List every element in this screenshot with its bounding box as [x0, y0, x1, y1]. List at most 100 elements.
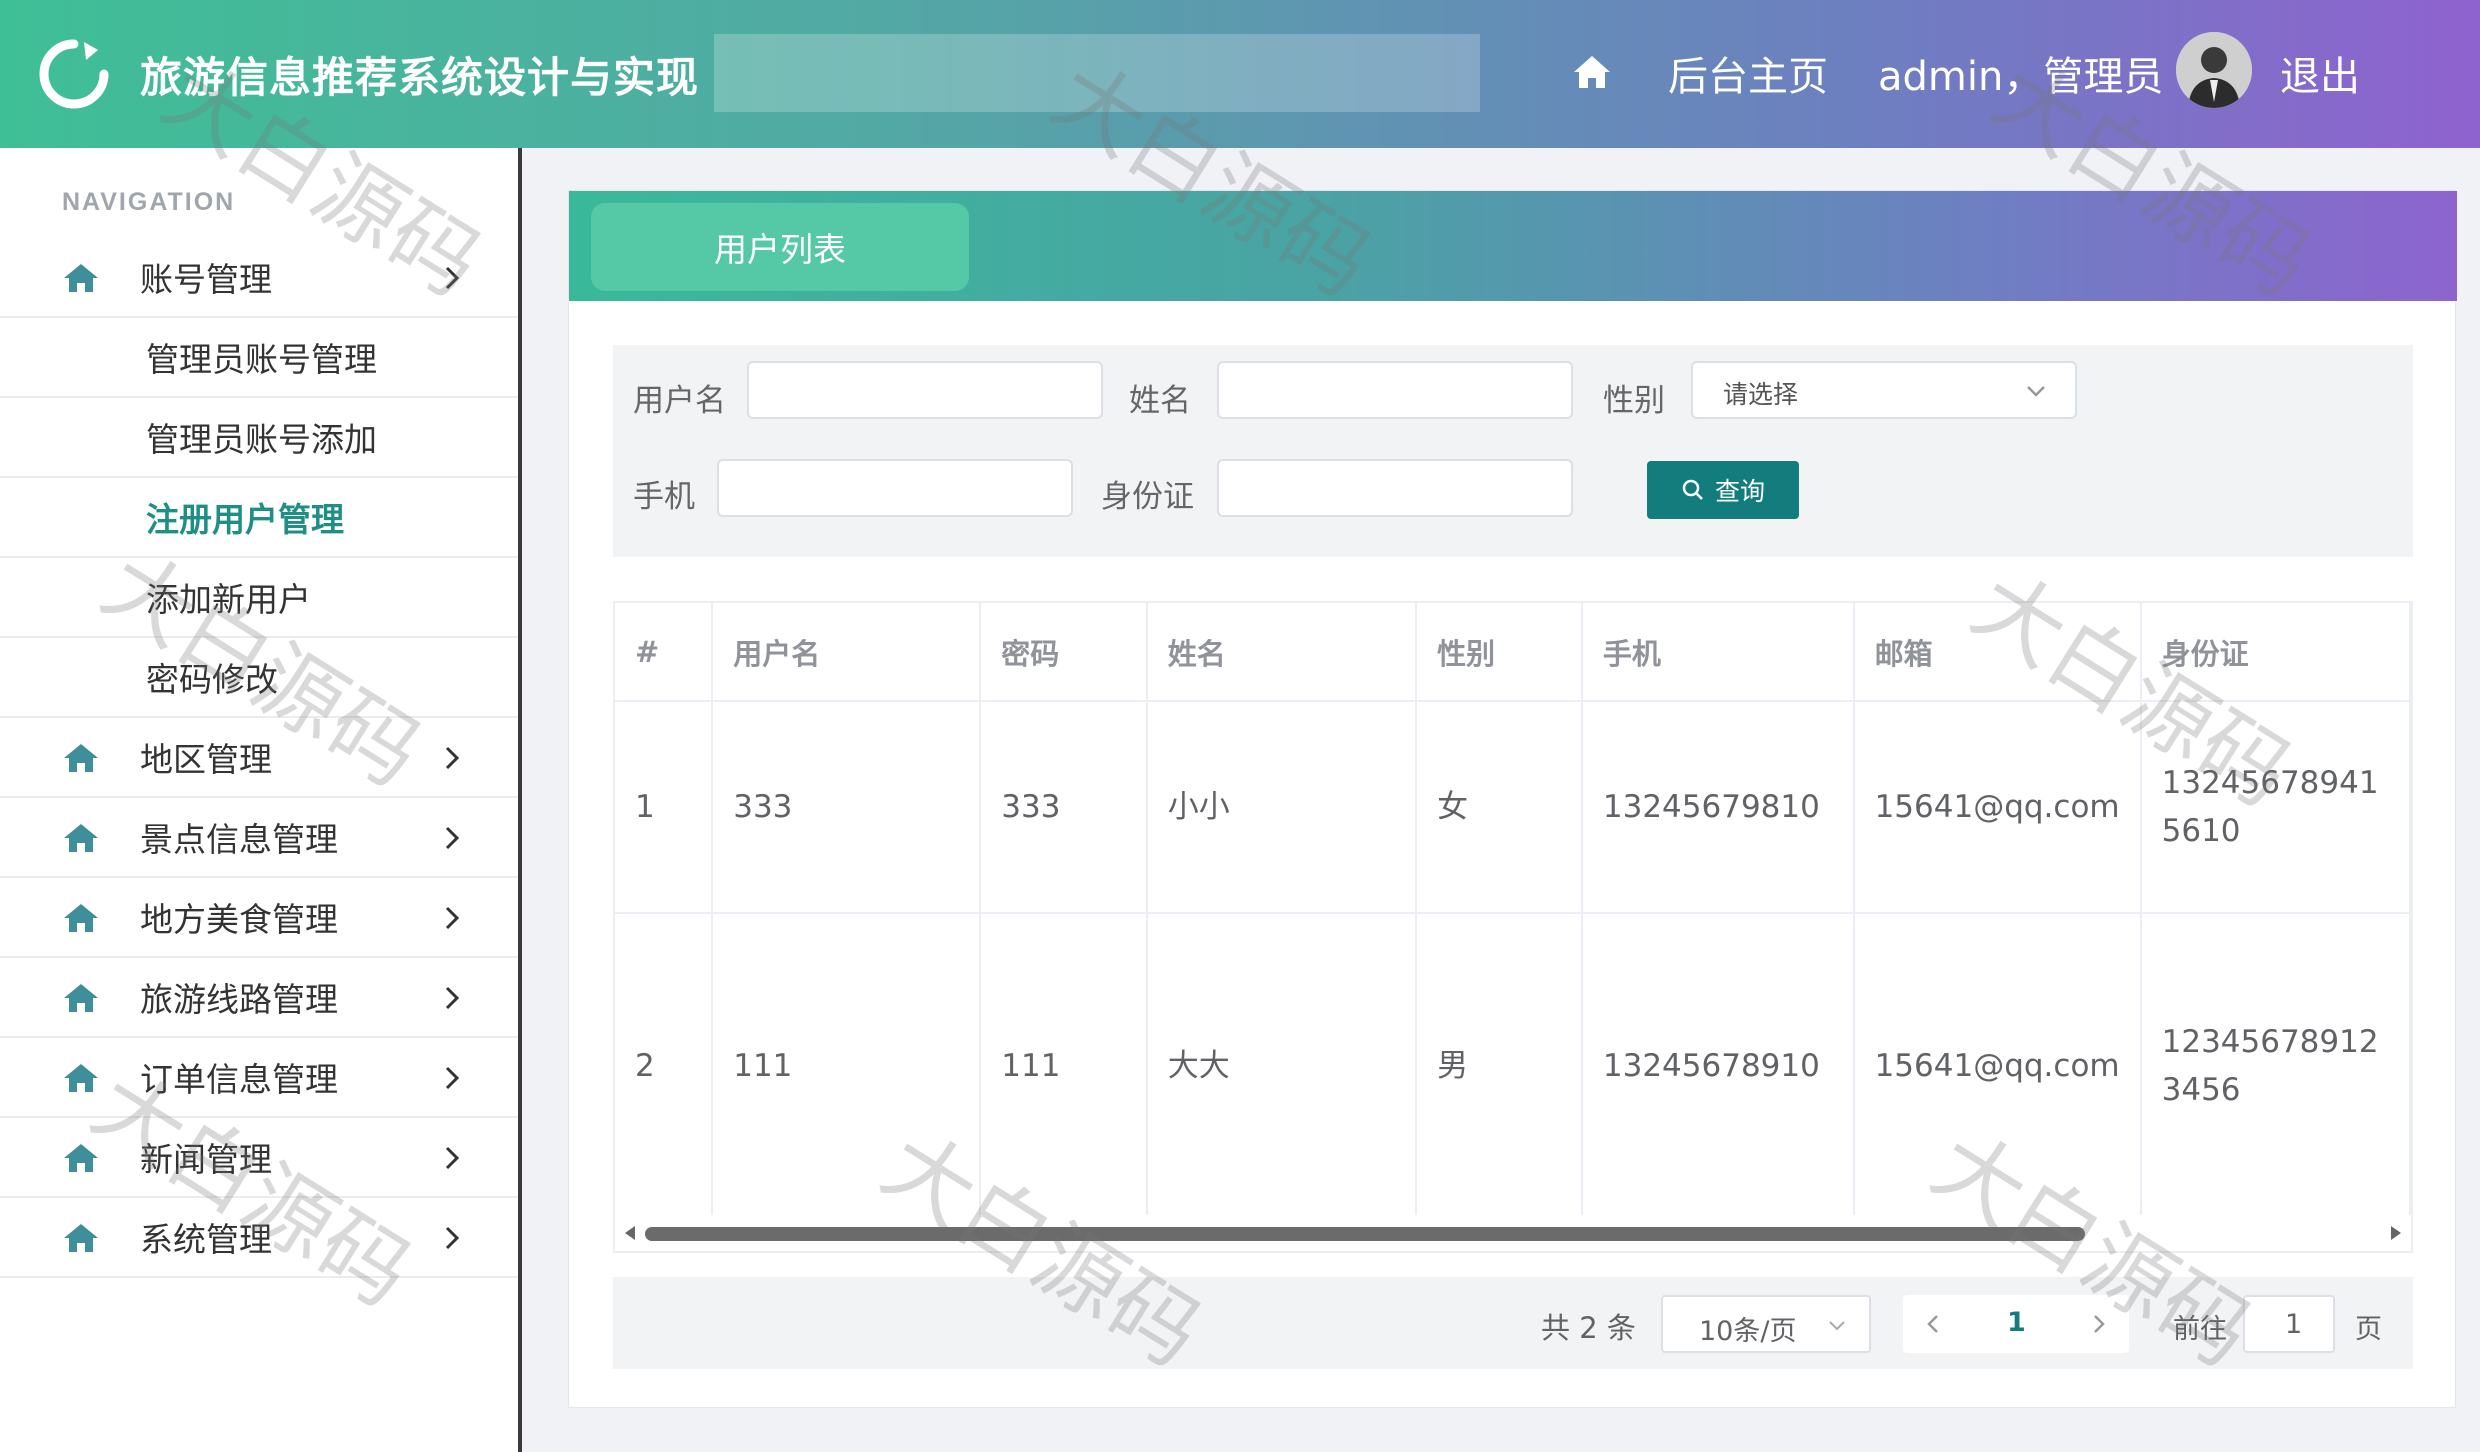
sidebar-item-attractions[interactable]: 景点信息管理 — [0, 798, 518, 878]
cell-idcard: 132456789415610 — [2140, 701, 2411, 914]
cell-name: 小小 — [1146, 701, 1418, 914]
house-icon — [64, 744, 98, 772]
username-input[interactable] — [747, 361, 1103, 419]
app-title: 旅游信息推荐系统设计与实现 — [140, 53, 700, 102]
chevron-right-icon — [445, 1066, 460, 1090]
goto-page-input[interactable]: 1 — [2243, 1295, 2335, 1353]
sidebar-item-label: 旅游线路管理 — [140, 980, 338, 1019]
nav-list: 账号管理 管理员账号管理 管理员账号添加 注册用户管理 添加新用户 密码修改 地… — [0, 238, 518, 1278]
sidebar-item-label: 注册用户管理 — [146, 500, 344, 539]
tab-user-list[interactable]: 用户列表 — [591, 203, 969, 291]
nav-caption: NAVIGATION — [62, 188, 236, 216]
sidebar-item-registered-users[interactable]: 注册用户管理 — [0, 478, 518, 558]
chevron-down-icon — [2027, 386, 2045, 397]
chevron-right-icon — [445, 906, 460, 930]
pagination: 共 2 条 10条/页 1 前往 1 页 — [613, 1277, 2413, 1369]
sidebar-item-label: 景点信息管理 — [140, 820, 338, 859]
house-icon — [64, 904, 98, 932]
current-user-label: admin，管理员 — [1878, 54, 2164, 100]
table-row[interactable]: 1 333 333 小小 女 13245679810 15641@qq.com … — [615, 701, 2411, 914]
sidebar-item-add-user[interactable]: 添加新用户 — [0, 558, 518, 638]
chevron-right-icon — [445, 1226, 460, 1250]
sidebar-item-label: 订单信息管理 — [140, 1060, 338, 1099]
goto-label: 前往 — [2173, 1314, 2227, 1345]
page-navigator: 1 — [1903, 1295, 2129, 1353]
gender-select[interactable]: 请选择 — [1691, 361, 2077, 419]
logout-link[interactable]: 退出 — [2280, 44, 2360, 102]
gender-label: 性别 — [1603, 383, 1665, 419]
sidebar-item-region[interactable]: 地区管理 — [0, 718, 518, 798]
chevron-right-icon — [445, 746, 460, 770]
chevron-left-icon[interactable] — [1925, 1313, 1941, 1335]
cell-password: 333 — [980, 701, 1148, 914]
cell-email: 15641@qq.com — [1853, 913, 2142, 1226]
sidebar-item-label: 管理员账号添加 — [146, 420, 377, 459]
chevron-right-icon — [445, 826, 460, 850]
page-size-value: 10条/页 — [1699, 1316, 1797, 1347]
sidebar-item-account[interactable]: 账号管理 — [0, 238, 518, 318]
main-panel: 用户列表 用户名 姓名 性别 请选择 手机 身份证 查询 # 用户名 密码 姓名… — [568, 190, 2457, 1408]
col-header-username[interactable]: 用户名 — [712, 603, 982, 702]
house-icon — [64, 824, 98, 852]
table-row[interactable]: 2 111 111 大大 男 13245678910 15641@qq.com … — [615, 913, 2411, 1226]
sidebar-item-label: 密码修改 — [146, 660, 278, 699]
col-header-password[interactable]: 密码 — [980, 603, 1148, 702]
cell-idcard: 123456789123456 — [2140, 913, 2411, 1226]
sidebar-item-routes[interactable]: 旅游线路管理 — [0, 958, 518, 1038]
chevron-right-icon — [445, 266, 460, 290]
avatar-person-icon — [2176, 32, 2252, 108]
panel-header: 用户列表 — [569, 191, 2457, 301]
home-icon[interactable] — [1572, 52, 1612, 92]
avatar[interactable] — [2176, 32, 2252, 108]
name-label: 姓名 — [1129, 383, 1191, 419]
page-size-select[interactable]: 10条/页 — [1661, 1295, 1871, 1353]
cell-index: 2 — [615, 913, 714, 1226]
sidebar-item-system[interactable]: 系统管理 — [0, 1198, 518, 1278]
sidebar-item-label: 账号管理 — [140, 260, 272, 299]
gender-select-value: 请选择 — [1723, 380, 1799, 409]
home-link[interactable]: 后台主页 — [1668, 44, 1828, 102]
sidebar-item-change-password[interactable]: 密码修改 — [0, 638, 518, 718]
sidebar-item-local-food[interactable]: 地方美食管理 — [0, 878, 518, 958]
sidebar-item-admin-accounts[interactable]: 管理员账号管理 — [0, 318, 518, 398]
col-header-name[interactable]: 姓名 — [1146, 603, 1418, 702]
page-suffix: 页 — [2355, 1314, 2382, 1345]
current-page[interactable]: 1 — [2007, 1307, 2026, 1338]
query-button[interactable]: 查询 — [1647, 461, 1799, 519]
sidebar-item-news[interactable]: 新闻管理 — [0, 1118, 518, 1198]
col-header-index[interactable]: # — [615, 603, 714, 702]
chevron-down-icon — [1829, 1321, 1845, 1331]
house-icon — [64, 984, 98, 1012]
col-header-email[interactable]: 邮箱 — [1853, 603, 2142, 702]
cell-username: 111 — [712, 913, 982, 1226]
sidebar-item-label: 新闻管理 — [140, 1140, 272, 1179]
name-input[interactable] — [1217, 361, 1573, 419]
search-icon — [1682, 479, 1703, 500]
header-placeholder-bar — [714, 34, 1480, 112]
cell-phone: 13245679810 — [1581, 701, 1855, 914]
scroll-left-icon[interactable] — [623, 1225, 637, 1241]
scrollbar-thumb[interactable] — [645, 1227, 2085, 1241]
cell-email: 15641@qq.com — [1853, 701, 2142, 914]
idcard-input[interactable] — [1217, 459, 1573, 517]
cell-gender: 男 — [1416, 913, 1583, 1226]
chevron-right-icon[interactable] — [2091, 1313, 2107, 1335]
scroll-right-icon[interactable] — [2389, 1225, 2403, 1241]
idcard-label: 身份证 — [1101, 479, 1194, 515]
chevron-right-icon — [445, 1146, 460, 1170]
cell-password: 111 — [980, 913, 1148, 1226]
sidebar-item-label: 系统管理 — [140, 1220, 272, 1259]
sidebar-item-label: 添加新用户 — [146, 580, 311, 619]
sidebar-item-label: 地方美食管理 — [140, 900, 338, 939]
phone-input[interactable] — [717, 459, 1073, 517]
col-header-idcard[interactable]: 身份证 — [2140, 603, 2411, 702]
col-header-gender[interactable]: 性别 — [1416, 603, 1583, 702]
sidebar-item-orders[interactable]: 订单信息管理 — [0, 1038, 518, 1118]
horizontal-scrollbar[interactable] — [615, 1215, 2411, 1251]
username-label: 用户名 — [633, 383, 726, 419]
sidebar-item-admin-add[interactable]: 管理员账号添加 — [0, 398, 518, 478]
user-table-grid: # 用户名 密码 姓名 性别 手机 邮箱 身份证 1 333 333 小小 女 — [615, 603, 2411, 1226]
col-header-phone[interactable]: 手机 — [1581, 603, 1855, 702]
house-icon — [64, 1224, 98, 1252]
cell-phone: 13245678910 — [1581, 913, 1855, 1226]
